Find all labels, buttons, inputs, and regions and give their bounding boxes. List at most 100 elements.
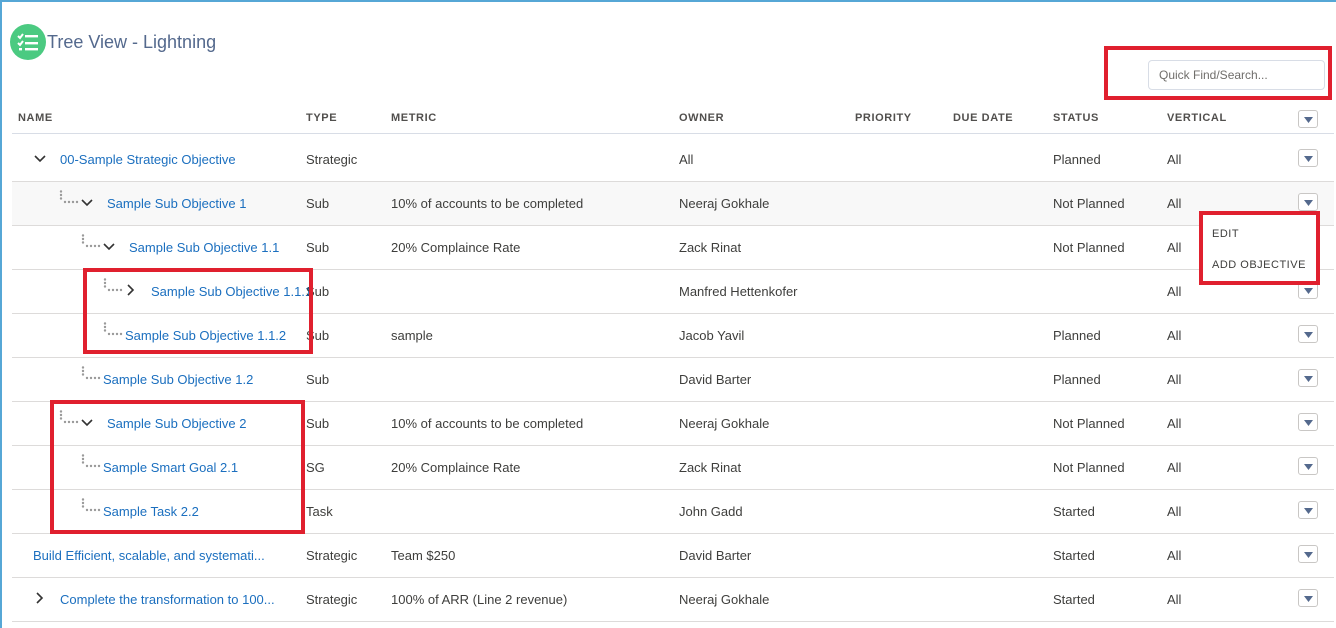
row-name-link[interactable]: Sample Sub Objective 1.1.2 xyxy=(125,328,286,343)
page-header: Tree View - Lightning xyxy=(10,24,216,60)
caret-down-icon xyxy=(1304,288,1313,294)
cell-status: Not Planned xyxy=(1053,240,1125,255)
column-header-owner[interactable]: OWNER xyxy=(679,112,724,124)
table-row[interactable]: Sample Smart Goal 2.1 SG 20% Complaince Ra… xyxy=(12,446,1334,490)
menu-item-edit[interactable]: EDIT xyxy=(1212,228,1239,240)
caret-down-icon xyxy=(1304,376,1313,382)
row-name-link[interactable]: Complete the transformation to 100... xyxy=(60,592,275,607)
cell-type: Sub xyxy=(306,372,330,387)
column-menu-button[interactable] xyxy=(1298,110,1318,128)
cell-status: Started xyxy=(1053,548,1095,563)
tree-connector-icon xyxy=(59,190,81,204)
chevron-down-icon[interactable] xyxy=(103,238,117,254)
table-row[interactable]: Sample Sub Objective 1.1.2 Sub sample Jacob… xyxy=(12,314,1334,358)
cell-type: Sub xyxy=(306,328,330,343)
cell-type: Sub xyxy=(306,196,330,211)
table-header: NAME TYPE METRIC OWNER PRIORITY DUE DATE… xyxy=(12,104,1334,134)
cell-status: Not Planned xyxy=(1053,416,1125,431)
column-header-metric[interactable]: METRIC xyxy=(391,112,437,124)
row-actions-button[interactable] xyxy=(1298,457,1318,475)
row-actions-button[interactable] xyxy=(1298,589,1318,607)
chevron-down-icon[interactable] xyxy=(34,150,48,166)
cell-type: Strategic xyxy=(306,548,358,563)
row-name-link[interactable]: Sample Sub Objective 2 xyxy=(107,416,246,431)
row-actions-button[interactable] xyxy=(1298,545,1318,563)
table-row[interactable]: Sample Task 2.2 Task John Gadd Started All xyxy=(12,490,1334,534)
column-header-type[interactable]: TYPE xyxy=(306,112,337,124)
tree-connector-icon xyxy=(81,498,103,512)
column-header-status[interactable]: STATUS xyxy=(1053,112,1099,124)
cell-vertical: All xyxy=(1167,504,1182,519)
cell-status: Started xyxy=(1053,504,1095,519)
table-row[interactable]: Sample Sub Objective 1.2 Sub David Barter P… xyxy=(12,358,1334,402)
row-name-link[interactable]: Sample Sub Objective 1.2 xyxy=(103,372,253,387)
cell-status: Started xyxy=(1053,592,1095,607)
table-row[interactable]: 00-Sample Strategic Objective Strategic Al… xyxy=(12,138,1334,182)
cell-vertical: All xyxy=(1167,196,1182,211)
table-row[interactable]: Sample Sub Objective 2 Sub 10% of accounts… xyxy=(12,402,1334,446)
cell-type: Sub xyxy=(306,284,330,299)
row-actions-button[interactable] xyxy=(1298,193,1318,211)
tree-connector-icon xyxy=(59,410,81,424)
cell-metric: 20% Complaince Rate xyxy=(391,460,521,475)
table-row[interactable]: Sample Sub Objective 1.1 Sub 20% Complainc… xyxy=(12,226,1334,270)
table-row[interactable]: Complete the transformation to 100... Str… xyxy=(12,578,1334,622)
caret-down-icon xyxy=(1304,420,1313,426)
cell-vertical: All xyxy=(1167,592,1182,607)
cell-metric: sample xyxy=(391,328,433,343)
row-name-link[interactable]: Sample Sub Objective 1.1.1 xyxy=(151,284,312,299)
cell-owner: David Barter xyxy=(679,548,752,563)
row-actions-button[interactable] xyxy=(1298,501,1318,519)
row-name-link[interactable]: Sample Smart Goal 2.1 xyxy=(103,460,238,475)
cell-vertical: All xyxy=(1167,372,1182,387)
cell-status: Not Planned xyxy=(1053,460,1125,475)
tree-connector-icon xyxy=(81,234,103,248)
table-row[interactable]: Sample Sub Objective 1.1.1 Sub Manfred Het… xyxy=(12,270,1334,314)
cell-vertical: All xyxy=(1167,240,1182,255)
search-input[interactable] xyxy=(1148,60,1325,90)
tree-connector-icon xyxy=(81,454,103,468)
row-name-link[interactable]: Build Efficient, scalable, and systemati… xyxy=(33,548,265,563)
row-action-menu: EDIT ADD OBJECTIVE xyxy=(1199,211,1320,285)
row-name-link[interactable]: Sample Sub Objective 1 xyxy=(107,196,246,211)
cell-type: SG xyxy=(306,460,325,475)
cell-owner: Zack Rinat xyxy=(679,240,742,255)
list-check-icon xyxy=(10,24,46,60)
caret-down-icon xyxy=(1304,596,1313,602)
column-header-priority[interactable]: PRIORITY xyxy=(855,112,912,124)
column-header-due-date[interactable]: DUE DATE xyxy=(953,112,1013,124)
cell-status: Planned xyxy=(1053,152,1101,167)
chevron-right-icon[interactable] xyxy=(125,282,139,298)
table-row[interactable]: Sample Sub Objective 1 Sub 10% of accounts… xyxy=(12,182,1334,226)
cell-vertical: All xyxy=(1167,416,1182,431)
cell-metric: 20% Complaince Rate xyxy=(391,240,521,255)
cell-vertical: All xyxy=(1167,152,1182,167)
row-name-link[interactable]: Sample Task 2.2 xyxy=(103,504,199,519)
cell-type: Sub xyxy=(306,240,330,255)
cell-type: Strategic xyxy=(306,592,358,607)
tree-connector-icon xyxy=(103,278,125,292)
caret-down-icon xyxy=(1304,508,1313,514)
chevron-right-icon[interactable] xyxy=(34,590,48,606)
cell-metric: Team $250 xyxy=(391,548,456,563)
chevron-down-icon[interactable] xyxy=(81,194,95,210)
row-name-link[interactable]: 00-Sample Strategic Objective xyxy=(60,152,236,167)
row-actions-button[interactable] xyxy=(1298,325,1318,343)
cell-status: Not Planned xyxy=(1053,196,1125,211)
table-row[interactable]: Build Efficient, scalable, and systemati… xyxy=(12,534,1334,578)
row-actions-button[interactable] xyxy=(1298,369,1318,387)
row-actions-button[interactable] xyxy=(1298,413,1318,431)
cell-metric: 10% of accounts to be completed xyxy=(391,416,584,431)
page-title: Tree View - Lightning xyxy=(47,31,217,52)
chevron-down-icon[interactable] xyxy=(81,414,95,430)
cell-type: Task xyxy=(306,504,333,519)
cell-owner: Neeraj Gokhale xyxy=(679,592,770,607)
cell-type: Strategic xyxy=(306,152,358,167)
row-name-link[interactable]: Sample Sub Objective 1.1 xyxy=(129,240,279,255)
tree-connector-icon xyxy=(103,322,125,336)
caret-down-icon xyxy=(1304,552,1313,558)
column-header-vertical[interactable]: VERTICAL xyxy=(1167,112,1227,124)
row-actions-button[interactable] xyxy=(1298,149,1318,167)
menu-item-add-objective[interactable]: ADD OBJECTIVE xyxy=(1212,259,1306,271)
column-header-name[interactable]: NAME xyxy=(18,112,53,124)
